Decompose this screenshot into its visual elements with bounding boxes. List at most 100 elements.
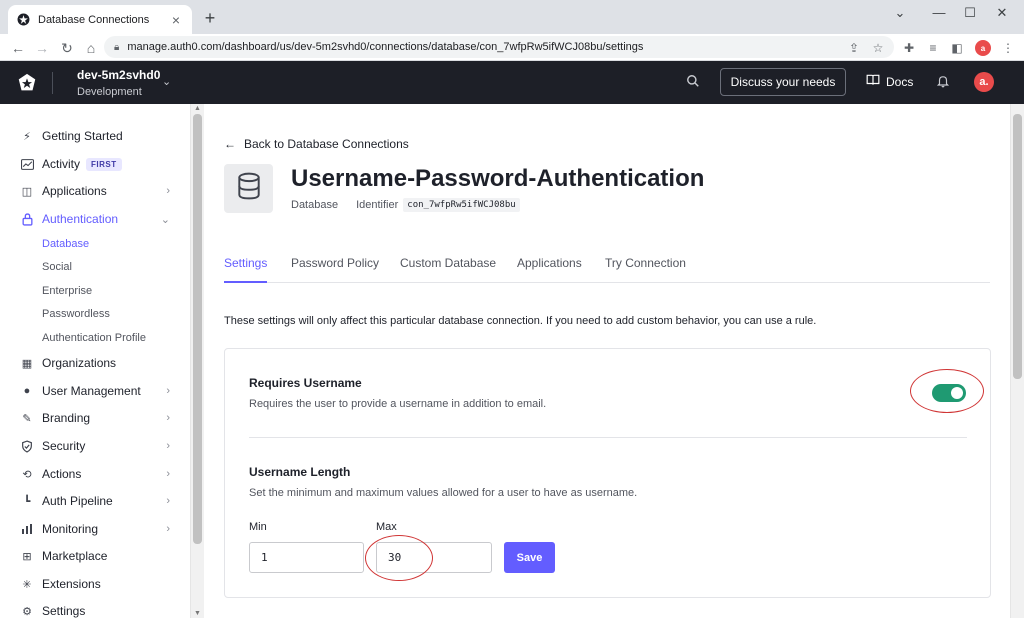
sidebar-item-organizations[interactable]: ▦ Organizations <box>20 352 180 374</box>
reload-icon[interactable]: ↻ <box>57 38 77 58</box>
sidebar: ⚡︎ Getting Started Activity FIRST ◫ Appl… <box>0 104 190 618</box>
back-label: Back to Database Connections <box>244 137 409 151</box>
tenant-environment: Development <box>77 86 142 98</box>
tab-title: Database Connections <box>38 13 150 26</box>
requires-username-desc: Requires the user to provide a username … <box>249 398 547 410</box>
sidebar-item-user-management[interactable]: ● User Management › <box>20 380 180 402</box>
share-icon[interactable]: ⇪ <box>845 39 863 57</box>
marketplace-icon: ⊞ <box>22 550 32 563</box>
minimize-button[interactable]: — <box>924 4 954 22</box>
sidebar-subitem-passwordless[interactable]: Passwordless <box>42 308 110 320</box>
sidebar-item-label: Authentication <box>42 212 119 226</box>
sidebar-item-applications[interactable]: ◫ Applications › <box>20 180 180 202</box>
sidebar-scrollbar-thumb[interactable] <box>193 114 202 544</box>
settings-card: Requires Username Requires the user to p… <box>224 348 991 598</box>
arrow-left-icon: ← <box>224 137 236 151</box>
sidebar-scrollbar[interactable]: ▲ ▼ <box>190 104 204 618</box>
maximize-button[interactable]: ☐ <box>955 4 985 22</box>
tab-custom-database[interactable]: Custom Database <box>400 256 496 283</box>
actions-icon: ⟲ <box>22 468 32 481</box>
discuss-needs-button[interactable]: Discuss your needs <box>720 68 846 96</box>
chevron-down-icon: ⌄ <box>160 213 170 226</box>
chevron-right-icon: › <box>166 385 170 397</box>
docs-link[interactable]: Docs <box>866 74 913 89</box>
users-icon: ● <box>23 385 31 397</box>
user-avatar[interactable]: a. <box>974 72 994 92</box>
chevron-right-icon: › <box>166 523 170 535</box>
profile-avatar-icon[interactable]: a <box>974 39 992 57</box>
sidebar-subitem-database[interactable]: Database <box>42 238 89 250</box>
home-icon[interactable]: ⌂ <box>81 38 101 58</box>
docs-label: Docs <box>886 74 914 89</box>
settings-description: These settings will only affect this par… <box>224 315 817 327</box>
sidebar-item-activity[interactable]: Activity FIRST <box>20 153 180 175</box>
sidebar-item-marketplace[interactable]: ⊞ Marketplace <box>20 545 180 567</box>
sidebar-item-label: Extensions <box>42 577 101 591</box>
tab-try-connection[interactable]: Try Connection <box>605 256 686 283</box>
chevron-right-icon: › <box>166 440 170 452</box>
tab-applications[interactable]: Applications <box>517 256 582 283</box>
new-tab-button[interactable]: + <box>200 8 220 28</box>
tab-close-icon[interactable]: × <box>168 12 184 28</box>
scroll-down-arrow-icon[interactable]: ▼ <box>194 610 201 617</box>
requires-username-title: Requires Username <box>249 376 362 390</box>
sidebar-item-security[interactable]: Security › <box>20 435 180 457</box>
connection-meta: Database Identifier con_7wfpRw5ifWCJ08bu <box>291 198 520 212</box>
address-url: manage.auth0.com/dashboard/us/dev-5m2svh… <box>127 41 644 53</box>
tab-password-policy[interactable]: Password Policy <box>291 256 379 283</box>
back-to-connections-link[interactable]: ← Back to Database Connections <box>224 137 409 151</box>
header-divider <box>52 72 53 94</box>
auth0-logo-icon[interactable] <box>16 72 38 94</box>
sidebar-item-label: Organizations <box>42 356 117 370</box>
sidebar-item-getting-started[interactable]: ⚡︎ Getting Started <box>20 125 180 147</box>
sidebar-item-monitoring[interactable]: Monitoring › <box>20 518 180 540</box>
sidebar-subitem-enterprise[interactable]: Enterprise <box>42 285 92 297</box>
side-panel-icon[interactable]: ◧ <box>948 39 966 57</box>
main-scrollbar-thumb[interactable] <box>1013 114 1022 379</box>
sidebar-subitem-auth-profile[interactable]: Authentication Profile <box>42 332 146 344</box>
tenant-chevron-down-icon[interactable]: ⌄ <box>162 75 171 88</box>
building-icon: ▦ <box>21 357 33 370</box>
pipeline-icon: ┗ <box>23 495 31 508</box>
scroll-up-arrow-icon[interactable]: ▲ <box>194 105 201 112</box>
sidebar-subitem-social[interactable]: Social <box>42 261 72 273</box>
gear-icon: ⚙ <box>22 605 32 618</box>
min-length-input[interactable]: 1 <box>249 542 364 573</box>
database-icon <box>236 172 262 205</box>
tab-settings[interactable]: Settings <box>224 256 268 283</box>
chevron-right-icon: › <box>166 412 170 424</box>
sidebar-item-auth-pipeline[interactable]: ┗ Auth Pipeline › <box>20 490 180 512</box>
activity-icon <box>20 157 34 171</box>
sidebar-item-settings[interactable]: ⚙ Settings <box>20 600 180 618</box>
bookmark-star-icon[interactable]: ☆ <box>869 39 887 57</box>
save-button[interactable]: Save <box>504 542 555 573</box>
sidebar-item-actions[interactable]: ⟲ Actions › <box>20 463 180 485</box>
tab-search-icon[interactable]: ⌄ <box>885 4 915 22</box>
address-bar[interactable]: 🔒︎ manage.auth0.com/dashboard/us/dev-5m2… <box>104 36 894 58</box>
identifier-value[interactable]: con_7wfpRw5ifWCJ08bu <box>403 198 520 212</box>
page-title: Username-Password-Authentication <box>291 165 705 192</box>
chart-icon <box>20 522 34 536</box>
back-arrow-icon[interactable]: ← <box>8 38 28 58</box>
reading-list-icon[interactable]: ≡ <box>924 39 942 57</box>
sidebar-item-extensions[interactable]: ✳ Extensions <box>20 573 180 595</box>
min-label: Min <box>249 521 267 533</box>
forward-arrow-icon[interactable]: → <box>32 38 52 58</box>
card-divider <box>249 437 967 438</box>
sidebar-item-label: Applications <box>42 184 107 198</box>
close-window-button[interactable]: ✕ <box>987 4 1017 22</box>
browser-menu-icon[interactable]: ⋮ <box>999 39 1017 57</box>
connection-tabs: Settings Password Policy Custom Database… <box>224 254 990 283</box>
extensions-puzzle-icon[interactable]: ✚ <box>900 39 918 57</box>
browser-tab[interactable]: Database Connections × <box>8 5 192 34</box>
max-label: Max <box>376 521 397 533</box>
identifier-label: Identifier <box>356 199 399 211</box>
main-scrollbar[interactable] <box>1010 104 1024 618</box>
tenant-name[interactable]: dev-5m2svhd0 <box>77 68 160 82</box>
sidebar-item-branding[interactable]: ✎ Branding › <box>20 407 180 429</box>
bell-icon[interactable] <box>936 74 952 90</box>
search-icon[interactable] <box>686 74 702 90</box>
annotation-circle-max <box>365 535 433 581</box>
sidebar-item-authentication[interactable]: Authentication ⌄ <box>20 208 180 230</box>
brush-icon: ✎ <box>22 412 32 425</box>
